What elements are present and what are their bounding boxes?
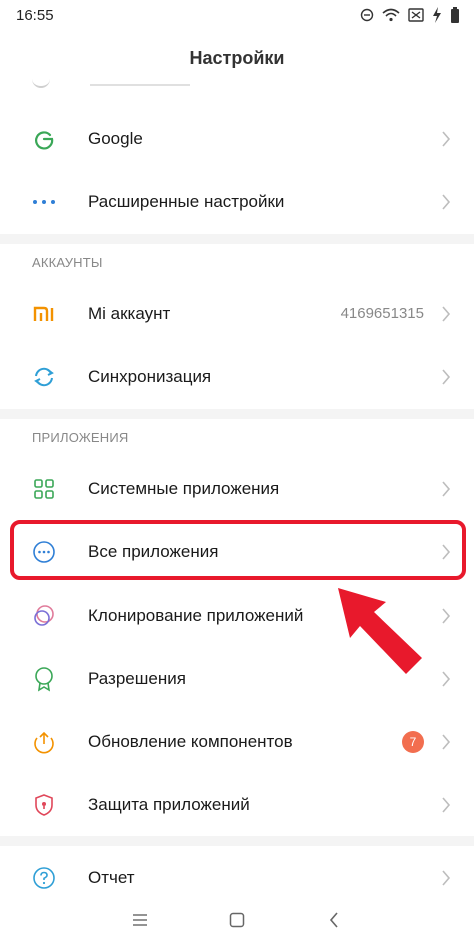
chevron-right-icon — [440, 670, 452, 688]
chevron-right-icon — [440, 193, 452, 211]
settings-row-component-updates[interactable]: Обновление компонентов 7 — [0, 710, 474, 773]
sync-icon — [30, 363, 58, 391]
row-label: Защита приложений — [88, 794, 250, 814]
chevron-right-icon — [440, 130, 452, 148]
row-label: Google — [88, 128, 143, 148]
settings-row-google[interactable]: Google — [0, 107, 474, 170]
chevron-right-icon — [440, 368, 452, 386]
chevron-right-icon — [440, 607, 452, 625]
chevron-right-icon — [440, 796, 452, 814]
settings-row-mi-account[interactable]: Mi аккаунт 4169651315 — [0, 282, 474, 345]
home-nav-button[interactable] — [217, 900, 257, 940]
status-bar: 16:55 — [0, 0, 474, 30]
section-header-apps: ПРИЛОЖЕНИЯ — [32, 429, 129, 445]
wifi-icon — [382, 8, 400, 22]
row-label: Синхронизация — [88, 366, 212, 386]
status-icons — [360, 7, 460, 23]
menu-icon — [133, 914, 148, 926]
pointer-arrow-icon — [338, 588, 422, 674]
menu-nav-button[interactable] — [120, 900, 160, 940]
section-header-accounts: АККАУНТЫ — [32, 254, 103, 270]
row-label: Обновление компонентов — [88, 731, 293, 751]
grid-icon — [30, 475, 58, 503]
row-label: Все приложения — [88, 541, 219, 561]
row-label: Mi аккаунт — [88, 303, 171, 323]
back-nav-button[interactable] — [314, 900, 354, 940]
no-sim-icon — [408, 8, 424, 22]
mi-account-id: 4169651315 — [340, 305, 424, 322]
update-count-badge: 7 — [402, 730, 424, 753]
row-label: Клонирование приложений — [88, 605, 304, 625]
dnd-icon — [360, 8, 374, 22]
battery-icon — [451, 7, 459, 23]
settings-row-app-protection[interactable]: Защита приложений — [0, 773, 474, 836]
cut-off-icon — [32, 78, 50, 88]
row-label: Системные приложения — [88, 478, 280, 498]
row-label: Расширенные настройки — [88, 191, 285, 211]
chevron-right-icon — [440, 733, 452, 751]
page-title: Настройки — [189, 47, 285, 68]
permissions-icon — [30, 665, 58, 693]
all-apps-icon — [30, 538, 58, 566]
chevron-right-icon — [440, 305, 452, 323]
settings-row-system-apps[interactable]: Системные приложения — [0, 457, 474, 520]
row-label: Отчет — [88, 867, 135, 887]
row-label: Разрешения — [88, 668, 186, 688]
chevron-right-icon — [440, 869, 452, 887]
update-icon — [30, 728, 58, 756]
settings-row-sync[interactable]: Синхронизация — [0, 345, 474, 408]
home-square-icon — [229, 912, 245, 928]
chevron-right-icon — [440, 480, 452, 498]
cut-off-label — [90, 80, 190, 86]
settings-row-advanced[interactable]: Расширенные настройки — [0, 170, 474, 233]
status-time: 16:55 — [16, 6, 54, 24]
chevron-right-icon — [440, 543, 452, 561]
mi-logo-icon — [30, 300, 58, 328]
more-dots-icon — [30, 188, 58, 216]
clone-icon — [30, 602, 58, 630]
section-separator — [0, 836, 474, 846]
google-icon — [30, 125, 58, 153]
back-chevron-icon — [329, 912, 338, 928]
title-bar: Настройки — [0, 30, 474, 86]
shield-icon — [30, 791, 58, 819]
navigation-bar — [0, 892, 474, 948]
charging-icon — [433, 7, 441, 23]
help-icon — [30, 864, 58, 892]
settings-row-all-apps[interactable]: Все приложения — [0, 520, 474, 583]
